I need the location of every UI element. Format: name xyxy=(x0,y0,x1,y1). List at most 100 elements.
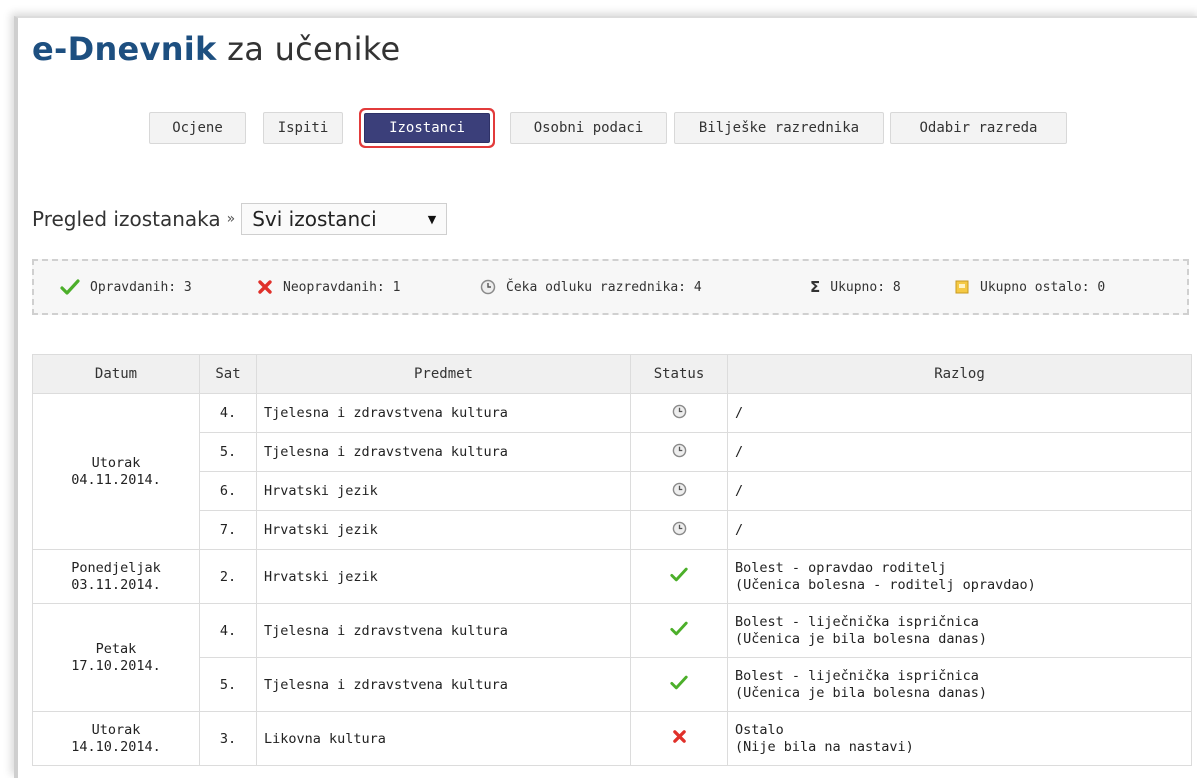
hour-cell: 7. xyxy=(199,510,257,550)
summary-pending-text: Čeka odluku razrednika: 4 xyxy=(506,279,702,295)
check-icon xyxy=(670,621,688,640)
status-cell xyxy=(630,510,728,550)
reason-line: / xyxy=(735,443,744,460)
date-day: Petak xyxy=(95,640,137,657)
col-header-reason[interactable]: Razlog xyxy=(727,354,1192,394)
tab-ocjene[interactable]: Ocjene xyxy=(149,112,246,144)
overview-label: Pregled izostanaka xyxy=(32,207,221,231)
hour-cell: 5. xyxy=(199,432,257,472)
reason-cell: / xyxy=(727,510,1192,550)
reason-line: Bolest - liječnička ispričnica xyxy=(735,613,979,630)
reason-cell: Bolest - liječnička ispričnica (Učenica j… xyxy=(727,603,1192,658)
col-header-status[interactable]: Status xyxy=(630,354,728,394)
reason-note: (Učenica je bila bolesna danas) xyxy=(735,684,987,701)
reason-cell: Bolest - opravdao roditelj (Učenica boles… xyxy=(727,549,1192,604)
hour-cell: 4. xyxy=(199,393,257,433)
table-row: Utorak 14.10.2014. 3. Likovna kultura Ost… xyxy=(32,711,1192,766)
absence-filter-value: Svi izostanci xyxy=(252,207,377,231)
summary-excused-text: Opravdanih: 3 xyxy=(90,279,192,295)
summary-other-total: Ukupno ostalo: 0 xyxy=(954,261,1105,313)
date-cell: Petak 17.10.2014. xyxy=(32,603,200,712)
hour-cell: 3. xyxy=(199,711,257,766)
table-header-row: Datum Sat Predmet Status Razlog xyxy=(32,354,1192,394)
status-cell xyxy=(630,549,728,604)
tab-biljeske-razrednika[interactable]: Bilješke razrednika xyxy=(674,112,884,144)
col-header-date[interactable]: Datum xyxy=(32,354,200,394)
main-tabs: Ocjene Ispiti Izostanci Osobni podaci Bi… xyxy=(18,112,1197,146)
date-day: Ponedjeljak xyxy=(71,559,161,576)
subject-cell: Tjelesna i zdravstvena kultura xyxy=(256,432,631,472)
clock-icon xyxy=(672,404,687,423)
date-cell: Utorak 14.10.2014. xyxy=(32,711,200,766)
cross-icon xyxy=(672,730,687,748)
table-row: 5. Tjelesna i zdravstvena kultura Bolest… xyxy=(33,657,1192,712)
status-cell xyxy=(630,393,728,433)
status-cell xyxy=(630,603,728,658)
subject-cell: Tjelesna i zdravstvena kultura xyxy=(256,603,631,658)
status-cell xyxy=(630,711,728,766)
clock-icon xyxy=(672,443,687,462)
status-cell xyxy=(630,657,728,712)
subject-cell: Likovna kultura xyxy=(256,711,631,766)
table-row: 6. Hrvatski jezik / xyxy=(33,471,1192,511)
date-value: 17.10.2014. xyxy=(71,657,161,674)
col-header-subject[interactable]: Predmet xyxy=(256,354,631,394)
subject-cell: Hrvatski jezik xyxy=(256,471,631,511)
summary-other-total-text: Ukupno ostalo: 0 xyxy=(980,279,1106,295)
table-row: Utorak 04.11.2014. 4. Tjelesna i zdravstv… xyxy=(32,393,1192,550)
date-cell: Ponedjeljak 03.11.2014. xyxy=(32,549,200,604)
summary-total-text: Ukupno: 8 xyxy=(830,279,901,295)
cross-icon xyxy=(257,279,273,295)
reason-cell: / xyxy=(727,432,1192,472)
clock-icon xyxy=(672,521,687,540)
status-cell xyxy=(630,432,728,472)
summary-total: Σ Ukupno: 8 xyxy=(810,261,901,313)
dropdown-arrow-icon: ▼ xyxy=(427,212,437,226)
check-icon xyxy=(670,675,688,694)
reason-cell: / xyxy=(727,393,1192,433)
reason-line: / xyxy=(735,521,744,538)
col-header-hour[interactable]: Sat xyxy=(199,354,257,394)
note-icon xyxy=(954,279,970,295)
reason-line: / xyxy=(735,404,744,421)
hour-cell: 5. xyxy=(199,657,257,712)
tab-odabir-razreda[interactable]: Odabir razreda xyxy=(890,112,1067,144)
subject-cell: Tjelesna i zdravstvena kultura xyxy=(256,657,631,712)
reason-note: (Nije bila na nastavi) xyxy=(735,738,914,755)
summary-unexcused-text: Neopravdanih: 1 xyxy=(283,279,401,295)
hour-cell: 2. xyxy=(199,549,257,604)
reason-note: (Učenica bolesna - roditelj opravdao) xyxy=(735,576,1036,593)
absence-overview: Pregled izostanaka » Svi izostanci ▼ xyxy=(32,203,448,235)
tab-ispiti[interactable]: Ispiti xyxy=(263,112,343,144)
tab-izostanci[interactable]: Izostanci xyxy=(364,113,490,143)
app-brand: e-Dnevnik xyxy=(32,30,217,68)
tab-osobni-podaci[interactable]: Osobni podaci xyxy=(510,112,667,144)
table-row: Ponedjeljak 03.11.2014. 2. Hrvatski jezik… xyxy=(32,549,1192,604)
subject-cell: Tjelesna i zdravstvena kultura xyxy=(256,393,631,433)
date-value: 03.11.2014. xyxy=(71,576,161,593)
breadcrumb-separator: » xyxy=(226,211,236,227)
clock-icon xyxy=(672,482,687,501)
table-row: 7. Hrvatski jezik / xyxy=(33,510,1192,550)
summary-excused: Opravdanih: 3 xyxy=(60,261,192,313)
reason-cell: / xyxy=(727,471,1192,511)
reason-line: Ostalo xyxy=(735,721,784,738)
reason-line: Bolest - liječnička ispričnica xyxy=(735,667,979,684)
date-value: 14.10.2014. xyxy=(71,738,161,755)
reason-cell: Bolest - liječnička ispričnica (Učenica j… xyxy=(727,657,1192,712)
reason-line: / xyxy=(735,482,744,499)
hour-cell: 4. xyxy=(199,603,257,658)
date-value: 04.11.2014. xyxy=(71,471,161,488)
app-title-rest: za učenike xyxy=(216,30,401,68)
check-icon xyxy=(670,567,688,586)
date-cell: Utorak 04.11.2014. xyxy=(32,393,200,550)
absence-filter-select[interactable]: Svi izostanci ▼ xyxy=(241,203,448,235)
status-cell xyxy=(630,471,728,511)
summary-pending: Čeka odluku razrednika: 4 xyxy=(480,261,702,313)
table-row: Petak 17.10.2014. 4. Tjelesna i zdravstve… xyxy=(32,603,1192,712)
absence-table: Datum Sat Predmet Status Razlog Utorak 04… xyxy=(32,354,1192,766)
hour-cell: 6. xyxy=(199,471,257,511)
sigma-icon: Σ xyxy=(810,278,821,296)
summary-unexcused: Neopravdanih: 1 xyxy=(257,261,400,313)
table-row: 5. Tjelesna i zdravstvena kultura / xyxy=(33,432,1192,472)
